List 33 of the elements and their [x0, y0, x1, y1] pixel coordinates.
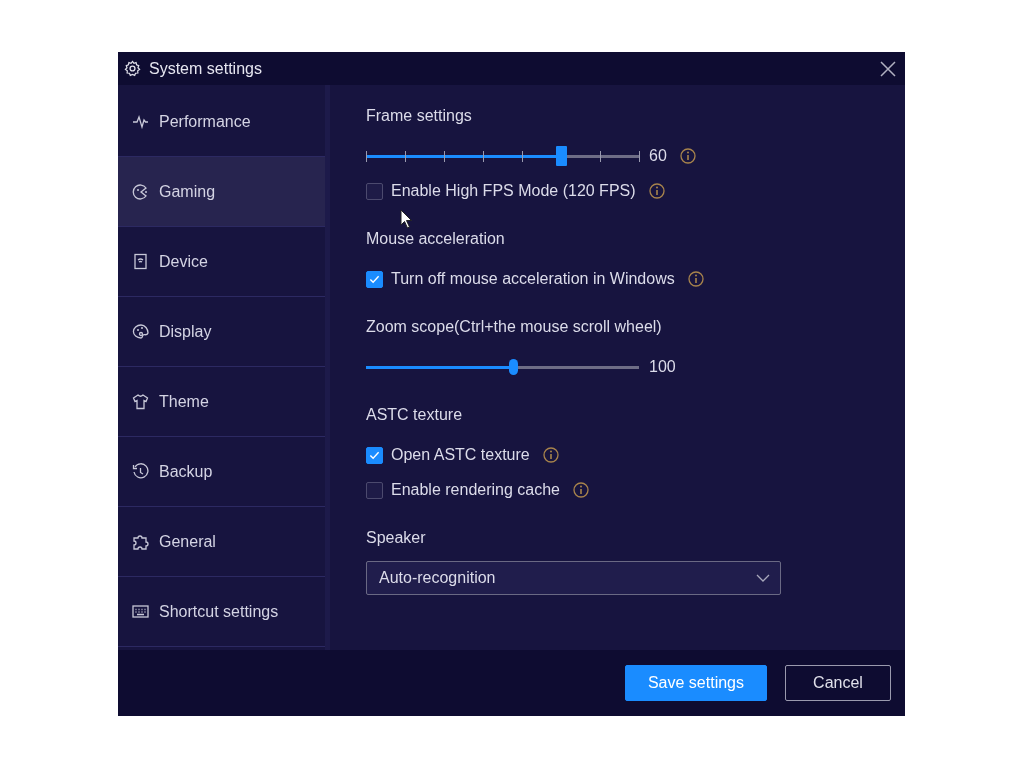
checkbox-label: Enable rendering cache [391, 481, 560, 499]
puzzle-icon [132, 533, 149, 550]
section-heading: Zoom scope(Ctrl+the mouse scroll wheel) [366, 318, 662, 336]
section-heading: ASTC texture [366, 406, 463, 424]
checkbox-label: Turn off mouse acceleration in Windows [391, 270, 675, 288]
device-icon [132, 253, 149, 270]
checkbox[interactable] [366, 446, 383, 464]
section-heading: Frame settings [366, 107, 472, 125]
pulse-icon [132, 113, 149, 130]
checkbox[interactable] [366, 182, 383, 200]
sidebar-item[interactable]: Gaming [118, 157, 325, 227]
gear-icon [124, 60, 141, 77]
history-icon [132, 463, 149, 480]
shirt-icon [132, 393, 149, 410]
checkbox-label: Enable High FPS Mode (120 FPS) [391, 182, 636, 200]
checkmark-icon [369, 449, 380, 461]
window-title: System settings [149, 59, 263, 78]
slider[interactable] [366, 146, 639, 166]
chevron-down-icon [756, 574, 770, 582]
close-button[interactable] [879, 59, 897, 78]
cancel-button[interactable]: Cancel [785, 665, 891, 701]
keyboard-icon [132, 603, 149, 620]
checkbox-label: Open ASTC texture [391, 446, 530, 464]
section-heading: Speaker [366, 529, 426, 547]
slider[interactable] [366, 357, 639, 377]
slider-value: 100 [649, 358, 676, 376]
speaker-dropdown[interactable]: Auto-recognition [366, 561, 781, 595]
slider-value: 60 [649, 147, 667, 165]
checkbox[interactable] [366, 481, 383, 499]
checkmark-icon [369, 273, 380, 285]
checkbox[interactable] [366, 270, 383, 288]
mouse-cursor-icon [400, 209, 413, 229]
section-heading: Mouse acceleration [366, 230, 505, 248]
